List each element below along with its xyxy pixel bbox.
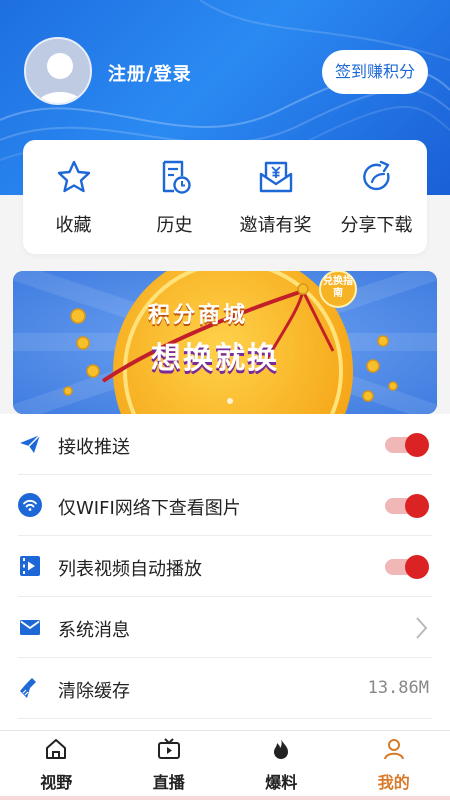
setting-label: 仅WIFI网络下查看图片 [58, 498, 241, 519]
setting-label: 系统消息 [58, 620, 130, 641]
tv-icon [157, 738, 180, 759]
tab-home[interactable]: 视野 [0, 731, 113, 800]
avatar[interactable] [24, 37, 92, 105]
quick-action-share[interactable]: 分享下载 [326, 140, 427, 254]
video-icon [20, 556, 40, 576]
history-icon [162, 160, 191, 194]
quick-action-label: 邀请有奖 [239, 215, 312, 236]
mail-icon [20, 620, 40, 635]
tab-label: 视野 [40, 773, 73, 792]
quick-actions-card: 收藏 历史 邀请有奖 分享下载 [23, 140, 427, 254]
checkin-button[interactable]: 签到赚积分 [322, 50, 428, 94]
tab-mine[interactable]: 我的 [338, 731, 450, 800]
setting-push-notifications[interactable]: 接收推送 [0, 414, 450, 475]
fire-icon [274, 739, 289, 759]
tab-hot[interactable]: 爆料 [225, 731, 338, 800]
cache-size-value: 13.86M [367, 678, 429, 698]
setting-label: 列表视频自动播放 [58, 559, 202, 580]
login-register-link[interactable]: 注册/登录 [108, 60, 192, 86]
broom-icon [20, 678, 36, 698]
points-mall-banner[interactable]: 积分商城 想换就换 兑换指南 [13, 271, 437, 414]
chevron-right-icon [416, 617, 428, 639]
bottom-edge-strip [0, 796, 450, 800]
exchange-guide-badge[interactable]: 兑换指南 [323, 276, 353, 300]
tab-label: 直播 [152, 773, 185, 792]
push-toggle[interactable] [385, 433, 429, 457]
setting-clear-cache[interactable]: 清除缓存 13.86M [0, 658, 450, 719]
bottom-tab-bar: 视野 直播 爆料 我的 [0, 730, 450, 800]
setting-wifi-images[interactable]: 仅WIFI网络下查看图片 [0, 475, 450, 536]
settings-list: 接收推送 仅WIFI网络下查看图片 列表视频自动播放 系统消息 清除缓存 13.… [0, 414, 450, 730]
wifi-images-toggle[interactable] [385, 494, 429, 518]
tab-label: 爆料 [265, 773, 298, 792]
user-icon [383, 739, 404, 760]
quick-action-invite[interactable]: 邀请有奖 [225, 140, 326, 254]
quick-action-favorites[interactable]: 收藏 [23, 140, 124, 254]
share-icon [362, 160, 390, 191]
banner-title-line1: 积分商城 [148, 303, 249, 328]
banner-pager-dot [227, 398, 233, 404]
tab-live[interactable]: 直播 [113, 731, 226, 800]
quick-action-label: 分享下载 [340, 215, 413, 236]
setting-label: 接收推送 [58, 437, 130, 458]
setting-label: 清除缓存 [58, 681, 130, 702]
setting-video-autoplay[interactable]: 列表视频自动播放 [0, 536, 450, 597]
star-icon [57, 160, 90, 193]
setting-system-messages[interactable]: 系统消息 [0, 597, 450, 658]
wifi-icon [18, 493, 42, 517]
quick-action-label: 历史 [156, 215, 193, 236]
video-autoplay-toggle[interactable] [385, 555, 429, 579]
quick-action-history[interactable]: 历史 [124, 140, 225, 254]
send-icon [20, 434, 41, 453]
quick-action-label: 收藏 [55, 215, 92, 236]
home-icon [46, 739, 67, 759]
banner-title-line2: 想换就换 [151, 341, 279, 376]
tab-label: 我的 [377, 773, 410, 792]
invite-icon [259, 161, 292, 193]
